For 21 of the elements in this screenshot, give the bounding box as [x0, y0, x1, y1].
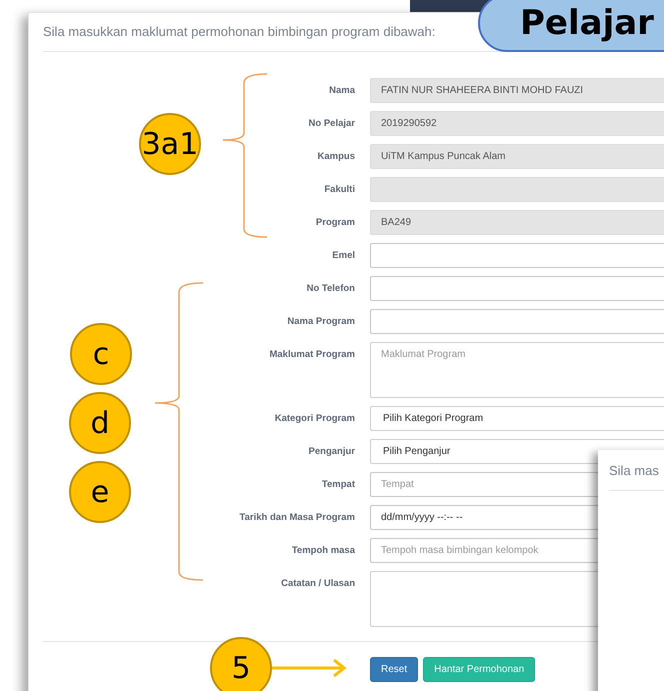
window-text: Sila mas	[609, 463, 659, 478]
field-label: Tempoh masa	[292, 544, 355, 556]
dropdown-field[interactable]: Pilih Kategori Program	[370, 406, 664, 431]
role-badge: Pelajar	[478, 0, 664, 52]
field-label: No Telefon	[306, 282, 355, 294]
field-label: Maklumat Program	[269, 348, 355, 360]
field-label: No Pelajar	[308, 117, 355, 129]
field-label: Kampus	[318, 150, 355, 162]
field-label: Fakulti	[324, 183, 355, 195]
text-area[interactable]: Maklumat Program	[370, 342, 664, 398]
form-instruction: Sila masukkan maklumat permohonan bimbingan program dibawah:	[43, 24, 436, 39]
field-label: Emel	[332, 249, 355, 261]
field-label: Penganjur	[308, 445, 355, 457]
field-label: Tarikh dan Masa Program	[240, 511, 355, 523]
field-label: Nama	[329, 84, 355, 96]
field-label: Nama Program	[287, 315, 355, 327]
field-label: Program	[316, 216, 355, 228]
field-label: Kategori Program	[274, 412, 355, 424]
field-label: Catatan / Ulasan	[281, 577, 355, 589]
field-label: Tempat	[322, 478, 355, 490]
reset-button[interactable]: Reset	[370, 657, 418, 682]
